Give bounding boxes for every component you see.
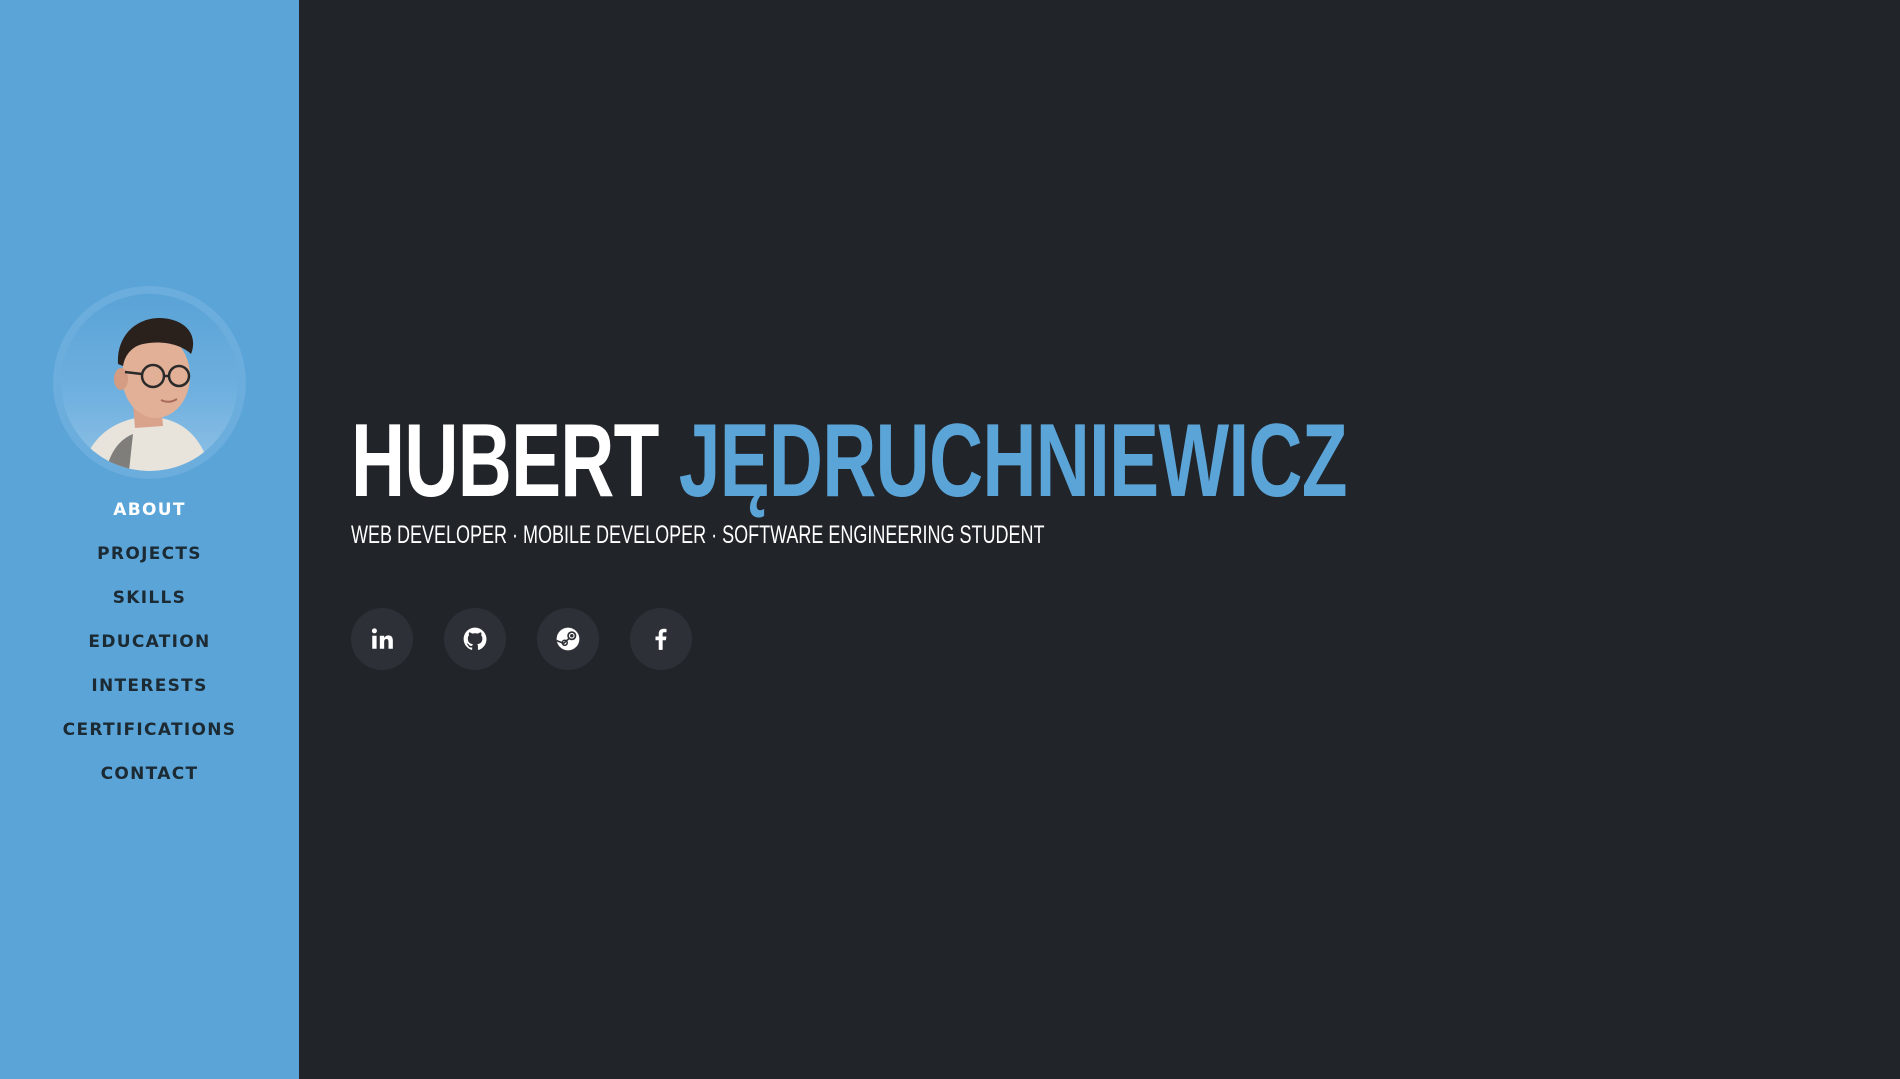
page-title: HUBERT JĘDRUCHNIEWICZ — [351, 403, 1348, 519]
subtitle: WEB DEVELOPER · MOBILE DEVELOPER · SOFTW… — [351, 521, 1045, 549]
nav-item-interests[interactable]: INTERESTS — [0, 666, 299, 710]
nav-item-projects[interactable]: PROJECTS — [0, 534, 299, 578]
sidebar: ABOUT PROJECTS SKILLS EDUCATION INTEREST… — [0, 0, 299, 1079]
social-links — [351, 608, 692, 670]
last-name: JĘDRUCHNIEWICZ — [678, 403, 1348, 519]
main-content: HUBERT JĘDRUCHNIEWICZ WEB DEVELOPER · MO… — [299, 0, 1900, 1079]
nav-item-education[interactable]: EDUCATION — [0, 622, 299, 666]
profile-photo — [81, 318, 211, 471]
steam-button[interactable] — [537, 608, 599, 670]
nav-item-contact[interactable]: CONTACT — [0, 754, 299, 798]
sidebar-nav: ABOUT PROJECTS SKILLS EDUCATION INTEREST… — [0, 490, 299, 798]
github-icon — [463, 627, 487, 650]
linkedin-button[interactable] — [351, 608, 413, 670]
facebook-icon — [655, 628, 667, 650]
first-name: HUBERT — [351, 403, 659, 519]
steam-icon — [556, 627, 580, 651]
avatar[interactable] — [61, 294, 238, 471]
nav-item-about[interactable]: ABOUT — [0, 490, 299, 534]
linkedin-icon — [371, 628, 393, 649]
github-button[interactable] — [444, 608, 506, 670]
facebook-button[interactable] — [630, 608, 692, 670]
nav-item-skills[interactable]: SKILLS — [0, 578, 299, 622]
nav-item-certifications[interactable]: CERTIFICATIONS — [0, 710, 299, 754]
